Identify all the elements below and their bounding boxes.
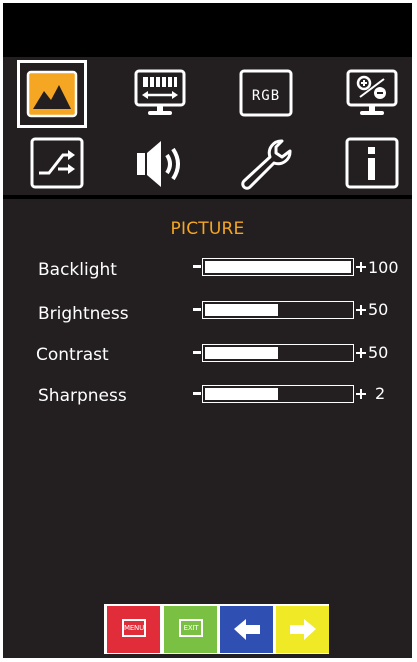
- sharpness-slider[interactable]: [202, 385, 354, 403]
- backlight-slider[interactable]: [202, 258, 354, 276]
- sharpness-fill: [205, 388, 278, 400]
- arrow-right-icon: [290, 619, 316, 640]
- tab-info[interactable]: [340, 133, 404, 195]
- brightness-slider[interactable]: [202, 301, 354, 319]
- left-button[interactable]: [220, 606, 273, 653]
- exit-button-label: EXIT: [179, 619, 203, 637]
- sharpness-value: 2: [375, 384, 386, 403]
- button-bar: MENU EXIT: [104, 604, 329, 654]
- section-title: PICTURE: [170, 219, 245, 239]
- menu-button-label: MENU: [122, 619, 146, 637]
- backlight-increase[interactable]: [356, 262, 366, 272]
- brightness-increase[interactable]: [356, 305, 366, 315]
- backlight-value: 100: [368, 258, 399, 277]
- picture-icon: [26, 70, 78, 118]
- contrast-increase[interactable]: [356, 348, 366, 358]
- tab-picture[interactable]: [17, 60, 87, 128]
- input-switch-icon: [30, 137, 84, 189]
- backlight-label: Backlight: [38, 260, 117, 280]
- settings-panel: PICTURE Backlight 100 Brightness 50 Cont…: [3, 199, 412, 658]
- wrench-icon: [241, 139, 292, 190]
- rgb-icon: RGB: [239, 69, 293, 117]
- brightness-value: 50: [368, 300, 389, 319]
- title-bar: [3, 3, 412, 53]
- monitor-icon: [134, 69, 186, 115]
- contrast-value: 50: [368, 343, 389, 362]
- percent-monitor-icon: [346, 69, 398, 115]
- right-button[interactable]: [276, 606, 329, 653]
- backlight-fill: [205, 261, 351, 273]
- brightness-fill: [205, 304, 278, 316]
- rgb-icon-label: RGB: [252, 88, 280, 104]
- info-icon: [345, 137, 399, 189]
- exit-button[interactable]: EXIT: [164, 606, 217, 653]
- tab-ratio[interactable]: [340, 63, 404, 125]
- sharpness-decrease[interactable]: [193, 392, 201, 395]
- tab-display[interactable]: [128, 63, 192, 125]
- brightness-decrease[interactable]: [193, 308, 201, 311]
- tab-audio[interactable]: [131, 133, 195, 195]
- menu-button[interactable]: MENU: [107, 606, 160, 653]
- sharpness-increase[interactable]: [356, 389, 366, 399]
- osd-menu: RGB PICTURE Backlight 100 Brightness 50 …: [3, 3, 412, 658]
- contrast-fill: [205, 347, 278, 359]
- tab-color[interactable]: RGB: [235, 63, 299, 125]
- contrast-label: Contrast: [36, 345, 109, 365]
- brightness-label: Brightness: [38, 304, 129, 324]
- speaker-icon: [137, 141, 180, 187]
- tab-input[interactable]: [25, 133, 89, 195]
- tab-setup[interactable]: [234, 133, 298, 195]
- backlight-decrease[interactable]: [193, 265, 201, 268]
- menu-tab-bar: RGB: [3, 57, 412, 195]
- sharpness-label: Sharpness: [38, 386, 127, 406]
- contrast-decrease[interactable]: [193, 351, 201, 354]
- contrast-slider[interactable]: [202, 344, 354, 362]
- arrow-left-icon: [234, 619, 260, 640]
